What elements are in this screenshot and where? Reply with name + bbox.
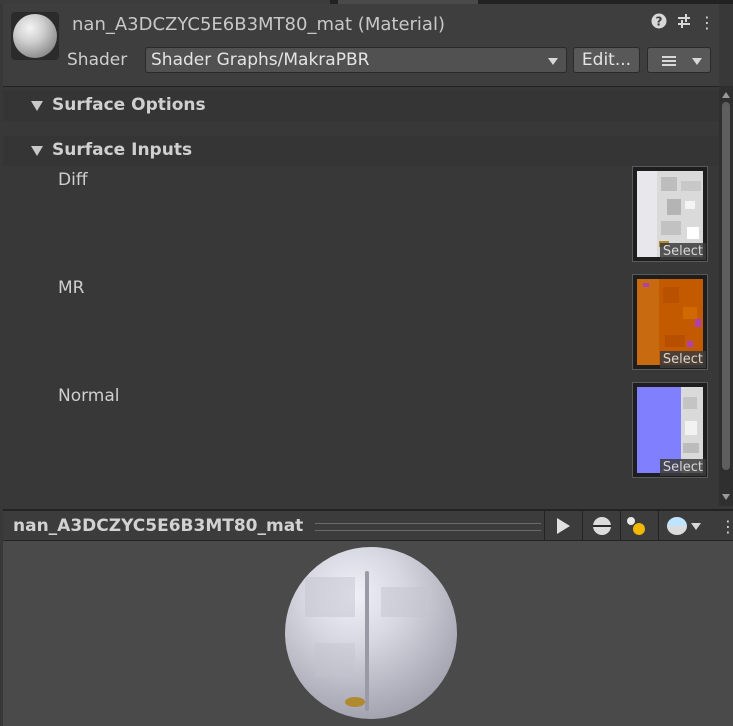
foldout-triangle-icon bbox=[31, 101, 43, 111]
divider bbox=[3, 86, 719, 87]
play-button[interactable] bbox=[544, 511, 581, 541]
property-label-normal: Normal bbox=[58, 386, 120, 406]
preview-sphere bbox=[285, 547, 457, 719]
shader-label: Shader bbox=[67, 50, 128, 70]
preview-lights-button[interactable] bbox=[620, 511, 657, 541]
property-label-mr: MR bbox=[58, 278, 85, 298]
select-texture-button[interactable]: Select bbox=[659, 459, 706, 476]
foldout-triangle-icon bbox=[31, 146, 43, 156]
chevron-down-icon bbox=[691, 523, 701, 530]
select-texture-button[interactable]: Select bbox=[659, 351, 706, 368]
texture-slot-normal[interactable]: Select bbox=[632, 382, 708, 478]
scrollbar-thumb[interactable] bbox=[722, 102, 730, 470]
property-label-diff: Diff bbox=[58, 170, 88, 190]
section-label: Surface Options bbox=[52, 95, 206, 115]
preview-sphere-icon bbox=[593, 517, 611, 535]
resize-grip[interactable] bbox=[315, 523, 541, 531]
shader-value: Shader Graphs/MakraPBR bbox=[151, 50, 370, 70]
kebab-menu-icon[interactable]: ⋮ bbox=[720, 517, 733, 536]
sphere-gold-detail bbox=[345, 697, 365, 707]
texture-slot-mr[interactable]: Select bbox=[632, 274, 708, 370]
material-header: nan_A3DCZYC5E6B3MT80_mat (Material) ? ⋮ … bbox=[3, 4, 719, 87]
material-thumbnail bbox=[11, 12, 59, 60]
preview-environment-button[interactable] bbox=[658, 511, 715, 541]
section-surface-options[interactable]: Surface Options bbox=[3, 91, 719, 121]
preview-header: nan_A3DCZYC5E6B3MT80_mat ⋮ bbox=[3, 509, 733, 541]
kebab-menu-icon[interactable]: ⋮ bbox=[697, 13, 717, 32]
play-icon bbox=[557, 518, 570, 534]
chevron-down-icon bbox=[692, 58, 702, 65]
environment-sphere-icon bbox=[667, 517, 687, 535]
thumbnail-sphere bbox=[13, 14, 57, 58]
select-texture-button[interactable]: Select bbox=[659, 243, 706, 260]
list-icon bbox=[662, 56, 676, 68]
chevron-down-icon bbox=[548, 58, 558, 65]
scroll-up-arrow-icon[interactable] bbox=[722, 92, 730, 98]
settings-sliders-icon[interactable] bbox=[674, 13, 694, 33]
shader-dropdown[interactable]: Shader Graphs/MakraPBR bbox=[145, 47, 567, 73]
scroll-down-arrow-icon[interactable] bbox=[722, 494, 730, 500]
texture-slot-diff[interactable]: Select bbox=[632, 166, 708, 262]
preview-mesh-button[interactable] bbox=[582, 511, 619, 541]
material-preview-area[interactable] bbox=[3, 541, 733, 726]
section-label: Surface Inputs bbox=[52, 140, 193, 160]
inspector-scrollbar[interactable] bbox=[719, 86, 733, 506]
preview-title: nan_A3DCZYC5E6B3MT80_mat bbox=[13, 516, 304, 536]
help-icon[interactable]: ? bbox=[649, 13, 669, 33]
sphere-seam bbox=[365, 571, 369, 711]
edit-shader-button[interactable]: Edit... bbox=[573, 47, 640, 73]
section-surface-inputs[interactable]: Surface Inputs bbox=[3, 136, 719, 166]
material-title: nan_A3DCZYC5E6B3MT80_mat (Material) bbox=[72, 14, 445, 35]
shader-menu-button[interactable] bbox=[647, 47, 711, 73]
help-glyph: ? bbox=[656, 15, 663, 29]
